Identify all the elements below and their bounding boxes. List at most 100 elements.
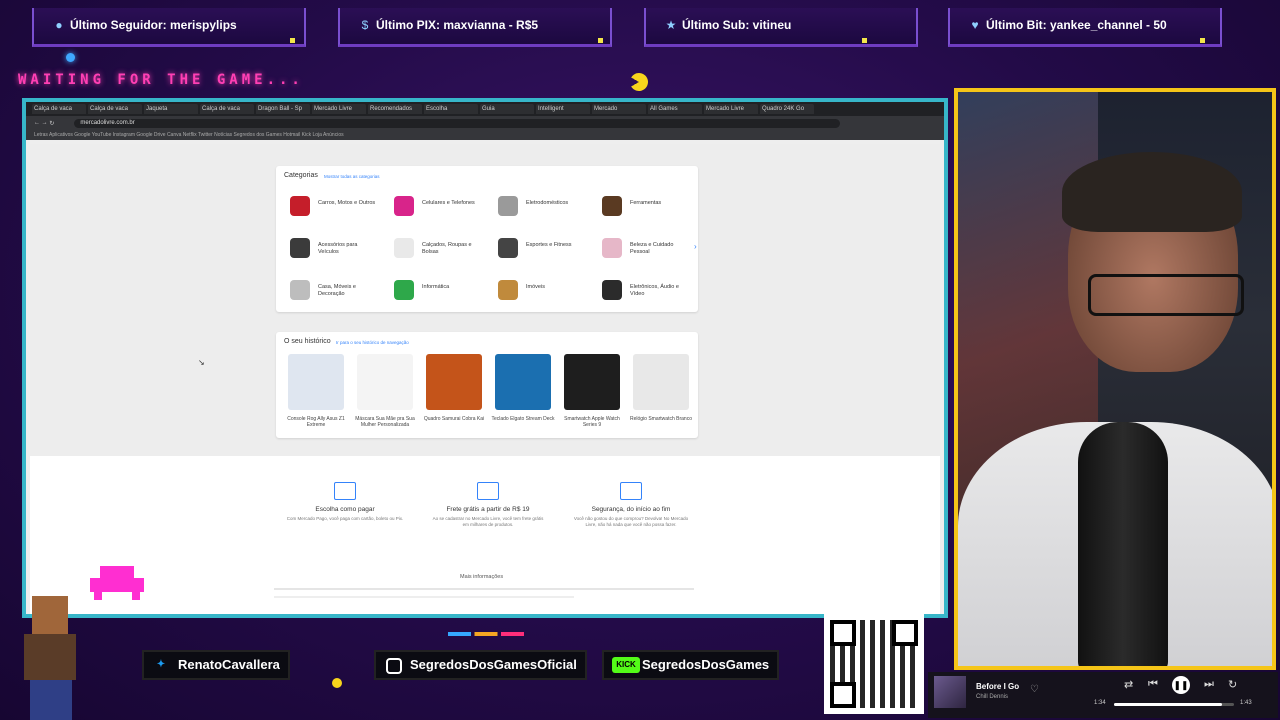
alert-follower-text: Último Seguidor: merispylips — [70, 18, 237, 32]
product-image — [495, 354, 551, 410]
overlay-dot — [66, 53, 75, 62]
instagram-icon — [386, 658, 402, 674]
twitter-handle: RenatoCavallera — [178, 657, 280, 672]
forward-icon[interactable]: → — [42, 120, 48, 126]
history-item[interactable]: Console Rog Ally Asus Z1 Extreme — [284, 354, 348, 434]
pause-button[interactable]: ❚❚ — [1172, 676, 1190, 694]
category-item[interactable]: Celulares e Telefones — [386, 188, 486, 224]
elapsed-time: 1:34 — [1094, 700, 1106, 706]
category-item[interactable]: Informática — [386, 272, 486, 308]
category-item[interactable]: Ferramentas — [594, 188, 694, 224]
feature-block: Frete grátis a partir de R$ 19 Ao se cada… — [429, 482, 547, 528]
categories-link[interactable]: Mostrar todas as categorias — [324, 174, 380, 179]
product-title: Relógio Smartwatch Branco — [630, 416, 692, 422]
category-item[interactable]: Calçados, Roupas e Bolsas — [386, 230, 486, 266]
category-label: Beleza e Cuidado Pessoal — [630, 242, 674, 255]
category-item[interactable]: Acessórios para Veículos — [282, 230, 382, 266]
dollar-icon: $ — [361, 18, 369, 32]
browser-tab[interactable]: Recomendados — [368, 104, 422, 114]
category-image — [602, 280, 622, 300]
next-icon[interactable]: ⏭ — [1204, 678, 1214, 691]
chevron-right-icon[interactable]: › — [694, 242, 697, 251]
repeat-icon[interactable]: ↻ — [1228, 678, 1237, 691]
browser-tab[interactable]: All Games — [648, 104, 702, 114]
history-item[interactable]: Relógio Smartwatch Branco — [629, 354, 693, 434]
alert-bit-text: Último Bit: yankee_channel - 50 — [986, 18, 1167, 32]
reload-icon[interactable]: ↻ — [49, 120, 54, 127]
product-title: Smartwatch Apple Watch Series 9 — [564, 416, 620, 428]
browser-tab[interactable]: Escolha — [424, 104, 478, 114]
product-image — [357, 354, 413, 410]
category-item[interactable]: Beleza e Cuidado Pessoal — [594, 230, 694, 266]
history-item[interactable]: Máscara Sua Mãe pra Sua Mulher Personali… — [353, 354, 417, 434]
category-item[interactable]: Esportes e Fitness — [490, 230, 590, 266]
feature-icon — [334, 482, 356, 500]
star-icon: ★ — [665, 18, 677, 32]
feature-icon — [477, 482, 499, 500]
alert-sub-text: Último Sub: vitineu — [682, 18, 792, 32]
category-item[interactable]: Imóveis — [490, 272, 590, 308]
category-image — [290, 238, 310, 258]
category-image — [394, 280, 414, 300]
browser-tab[interactable]: Intelligent — [536, 104, 590, 114]
category-image — [602, 238, 622, 258]
category-image — [290, 196, 310, 216]
product-image — [426, 354, 482, 410]
page-content: Categorias Mostrar todas as categorias C… — [30, 144, 940, 614]
category-image — [290, 280, 310, 300]
url-input[interactable]: mercadolivre.com.br — [74, 118, 841, 128]
diamond-icon: ♥ — [971, 18, 979, 32]
category-item[interactable]: Carros, Motos e Outros — [282, 188, 382, 224]
category-image — [602, 196, 622, 216]
social-kick[interactable]: KICK SegredosDosGames — [602, 650, 780, 680]
browser-tab[interactable]: Dragon Ball - Sp — [256, 104, 310, 114]
history-link[interactable]: Ir para o seu histórico de navegação — [336, 340, 409, 345]
browser-tab[interactable]: Mercado Livre — [312, 104, 366, 114]
progress-fill — [1114, 703, 1222, 706]
category-item[interactable]: Eletrodomésticos — [490, 188, 590, 224]
like-icon[interactable]: ♡ — [1030, 684, 1039, 695]
category-label: Informática — [422, 284, 450, 290]
category-item[interactable]: Eletrônicos, Áudio e Vídeo — [594, 272, 694, 308]
category-label: Celulares e Telefones — [422, 200, 475, 206]
category-label: Carros, Motos e Outros — [318, 200, 376, 206]
social-instagram[interactable]: SegredosDosGamesOficial — [374, 650, 587, 680]
category-image — [498, 280, 518, 300]
category-item[interactable]: Casa, Móveis e Decoração — [282, 272, 382, 308]
browser-tab[interactable]: Quadro 24K Go — [760, 104, 814, 114]
album-art — [934, 676, 966, 708]
browser-tab[interactable]: Calça de vaca — [32, 104, 86, 114]
history-item[interactable]: Quadro Samurai Cobra Kai — [422, 354, 486, 434]
more-info-link[interactable]: Mais informações — [460, 574, 503, 580]
track-artist: Chill Dennis — [976, 694, 1009, 700]
category-image — [394, 238, 414, 258]
browser-tab[interactable]: Mercado Livre — [704, 104, 758, 114]
shuffle-icon[interactable]: ⇄ — [1124, 678, 1133, 691]
social-twitter[interactable]: ✦ RenatoCavallera — [142, 650, 290, 680]
history-item[interactable]: Smartwatch Apple Watch Series 9 — [560, 354, 624, 434]
feature-icon — [620, 482, 642, 500]
total-time: 1:43 — [1240, 700, 1252, 706]
waiting-text: WAITING FOR THE GAME... — [18, 72, 304, 88]
qr-code[interactable] — [824, 614, 924, 714]
history-item[interactable]: Teclado Elgato Stream Deck — [491, 354, 555, 434]
browser-tab[interactable]: Calça de vaca — [200, 104, 254, 114]
previous-icon[interactable]: ⏮ — [1148, 678, 1158, 691]
browser-tab[interactable]: Jaqueta — [144, 104, 198, 114]
browser-tab[interactable]: Mercado — [592, 104, 646, 114]
browser-tab[interactable]: Calça de vaca — [88, 104, 142, 114]
feature-text: Com Mercado Pago, você paga com cartão, … — [286, 516, 404, 521]
person-hair — [1062, 152, 1242, 232]
twitter-icon: ✦ — [156, 659, 166, 670]
back-icon[interactable]: ← — [34, 120, 40, 126]
category-label: Eletrodomésticos — [526, 200, 569, 206]
progress-bar[interactable] — [1114, 703, 1234, 706]
sparkle-icon — [332, 678, 342, 688]
browser-tab[interactable]: Guia — [480, 104, 534, 114]
category-label: Casa, Móveis e Decoração — [318, 284, 356, 297]
feature-block: Escolha como pagar Com Mercado Pago, você… — [286, 482, 404, 522]
category-image — [394, 196, 414, 216]
qr-label: livepix.gg/segredosdosgames — [826, 603, 919, 610]
feature-title: Frete grátis a partir de R$ 19 — [446, 506, 530, 513]
pacman-icon — [626, 69, 652, 95]
